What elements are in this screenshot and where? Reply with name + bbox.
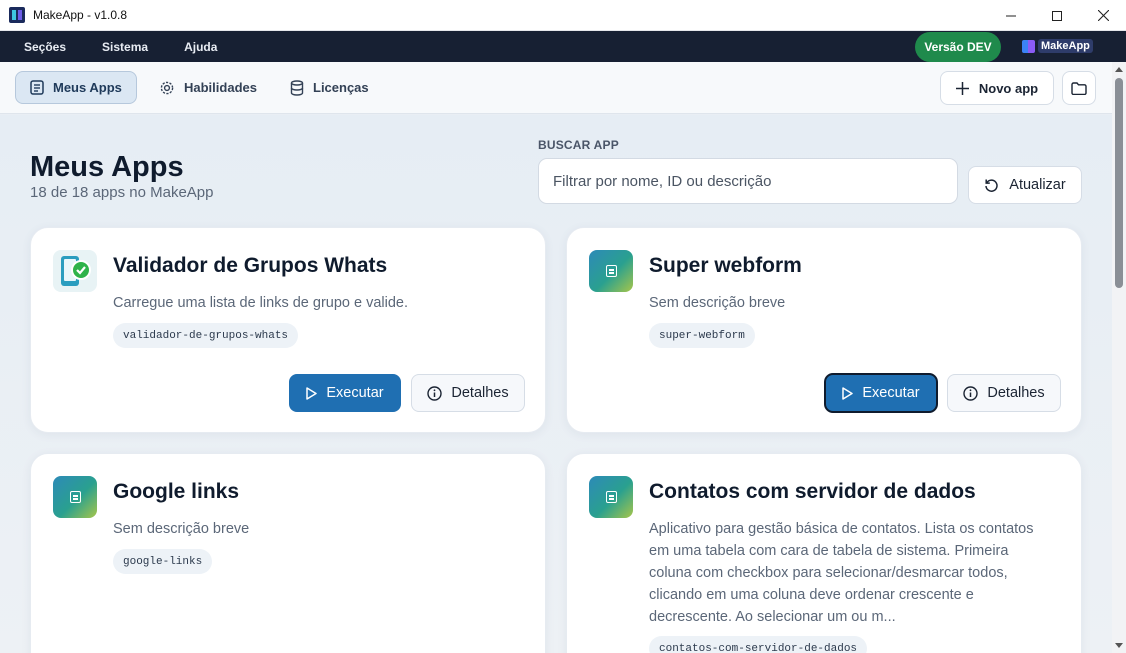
brand-logo: MakeApp xyxy=(1022,39,1093,53)
scroll-thumb[interactable] xyxy=(1115,78,1123,288)
window-controls xyxy=(988,0,1126,31)
folder-icon xyxy=(1071,81,1087,95)
play-icon xyxy=(306,386,318,400)
brand-name: MakeApp xyxy=(1038,39,1093,53)
app-name: Contatos com servidor de dados xyxy=(649,480,976,503)
menu-sistema[interactable]: Sistema xyxy=(102,40,148,54)
info-icon xyxy=(963,385,979,401)
minimize-icon xyxy=(1006,15,1016,16)
app-card: Google links Sem descrição breve google-… xyxy=(30,453,546,653)
search-label: BUSCAR APP xyxy=(538,138,619,152)
new-app-label: Novo app xyxy=(978,80,1039,96)
run-label: Executar xyxy=(862,385,920,401)
tab-bar: Meus Apps Habilidades Licenças Novo app xyxy=(0,62,1112,114)
tab-licencas[interactable]: Licenças xyxy=(276,71,383,104)
app-description: Carregue uma lista de links de grupo e v… xyxy=(113,295,408,311)
details-label: Detalhes xyxy=(451,385,509,401)
maximize-icon xyxy=(1052,10,1062,21)
document-icon xyxy=(589,476,633,518)
tab-label: Licenças xyxy=(313,80,369,95)
app-slug-badge: super-webform xyxy=(649,323,755,348)
run-button[interactable]: Executar xyxy=(824,373,938,413)
app-name: Super webform xyxy=(649,254,802,277)
app-card: Validador de Grupos Whats Carregue uma l… xyxy=(30,227,546,433)
document-icon xyxy=(589,250,633,292)
window-title: MakeApp - v1.0.8 xyxy=(33,8,128,22)
apps-count: 18 de 18 apps no MakeApp xyxy=(30,184,214,201)
tab-label: Meus Apps xyxy=(53,80,122,95)
play-icon xyxy=(842,386,854,400)
phone-check-icon xyxy=(53,250,97,292)
refresh-label: Atualizar xyxy=(1009,177,1066,193)
new-app-button[interactable]: Novo app xyxy=(940,71,1054,105)
menu-bar: Seções Sistema Ajuda Versão DEV MakeApp xyxy=(0,31,1126,62)
page-title: Meus Apps xyxy=(30,151,184,183)
plus-icon xyxy=(955,81,969,95)
search-input[interactable] xyxy=(538,158,958,204)
app-name: Validador de Grupos Whats xyxy=(113,254,388,277)
window-titlebar: MakeApp - v1.0.8 xyxy=(0,0,1126,31)
tab-meus-apps[interactable]: Meus Apps xyxy=(15,71,137,104)
app-description: Sem descrição breve xyxy=(649,295,786,311)
app-description: Sem descrição breve xyxy=(113,521,250,537)
close-button[interactable] xyxy=(1080,0,1126,31)
main-content: Meus Apps 18 de 18 apps no MakeApp BUSCA… xyxy=(0,115,1112,653)
vertical-scrollbar[interactable] xyxy=(1112,62,1126,653)
details-label: Detalhes xyxy=(987,385,1045,401)
minimize-button[interactable] xyxy=(988,0,1034,31)
close-icon xyxy=(1097,10,1109,21)
tab-habilidades[interactable]: Habilidades xyxy=(145,71,271,104)
app-slug-badge: contatos-com-servidor-de-dados xyxy=(649,636,868,653)
refresh-button[interactable]: Atualizar xyxy=(968,166,1082,204)
details-button[interactable]: Detalhes xyxy=(411,374,525,412)
app-card: Super webform Sem descrição breve super-… xyxy=(566,227,1082,433)
refresh-icon xyxy=(985,178,999,192)
document-icon xyxy=(53,476,97,518)
run-button[interactable]: Executar xyxy=(289,374,401,412)
brand-mark-icon xyxy=(1022,39,1035,53)
open-folder-button[interactable] xyxy=(1062,71,1096,105)
menu-ajuda[interactable]: Ajuda xyxy=(184,40,217,54)
app-slug-badge: validador-de-grupos-whats xyxy=(113,323,299,348)
tab-label: Habilidades xyxy=(184,80,257,95)
database-icon xyxy=(290,79,304,96)
app-card: Contatos com servidor de dados Aplicativ… xyxy=(566,453,1082,653)
list-icon xyxy=(30,80,44,95)
scroll-up-arrow-icon[interactable] xyxy=(1115,67,1123,72)
app-description: Aplicativo para gestão básica de contato… xyxy=(649,521,1034,625)
scroll-down-arrow-icon[interactable] xyxy=(1115,643,1123,648)
menu-secoes[interactable]: Seções xyxy=(24,40,66,54)
run-label: Executar xyxy=(326,385,384,401)
app-logo-icon xyxy=(9,7,25,23)
details-button[interactable]: Detalhes xyxy=(947,374,1061,412)
gear-icon xyxy=(160,81,174,94)
dev-version-badge[interactable]: Versão DEV xyxy=(915,32,1001,62)
info-icon xyxy=(427,385,443,401)
app-slug-badge: google-links xyxy=(113,549,213,574)
app-name: Google links xyxy=(113,480,240,503)
maximize-button[interactable] xyxy=(1034,0,1080,31)
